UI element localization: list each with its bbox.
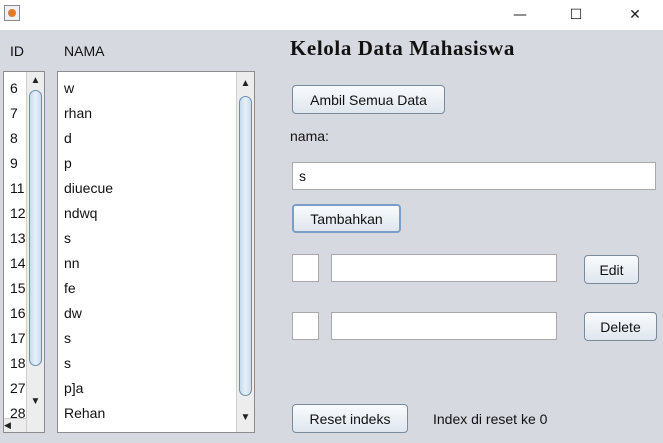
scroll-left-icon[interactable]: ◀ [4,420,11,430]
scroll-thumb[interactable] [239,96,252,396]
nama-list-item[interactable]: s [58,351,254,376]
nama-list-item[interactable]: Rehan [58,401,254,426]
scroll-up-icon[interactable]: ▲ [237,76,254,92]
nama-list-scrollbar[interactable]: ▲ ▼ [236,72,254,432]
minimize-button[interactable]: — [497,0,543,30]
nama-list-item[interactable]: diuecue [58,176,254,201]
id-list[interactable]: 6 7 8 9 11 12 13 14 15 16 17 18 27 28 ▲ ▼ ◀ [3,71,45,433]
scroll-up-icon[interactable]: ▲ [27,73,44,89]
nama-list-item[interactable]: p [58,151,254,176]
reset-status-label: Index di reset ke 0 [433,411,548,427]
fetch-all-data-button[interactable]: Ambil Semua Data [292,85,445,114]
page-title: Kelola Data Mahasiswa [290,36,515,60]
nama-label: nama: [290,128,329,144]
nama-column-header: NAMA [64,43,105,59]
maximize-button[interactable]: ☐ [553,0,599,30]
java-cup-icon [4,5,20,21]
id-list-scrollbar[interactable]: ▲ ▼ [26,72,44,432]
scroll-down-icon[interactable]: ▼ [27,394,44,410]
id-list-hscrollbar[interactable]: ◀ [4,418,26,432]
id-column-header: ID [10,43,24,59]
nama-list-item[interactable]: fe [58,276,254,301]
delete-id-field[interactable] [292,312,319,340]
nama-input[interactable] [292,162,656,190]
close-button[interactable]: ✕ [612,0,658,30]
nama-list-rows: w rhan d p diuecue ndwq s nn fe dw s s p]a Rehan [58,72,254,426]
nama-list-item[interactable]: s [58,326,254,351]
window-titlebar: — ☐ ✕ [0,0,663,30]
nama-list-item[interactable]: dw [58,301,254,326]
delete-nama-field[interactable] [331,312,557,340]
add-button[interactable]: Tambahkan [292,204,401,233]
nama-list[interactable]: w rhan d p diuecue ndwq s nn fe dw s s p]a Rehan ▲ ▼ [57,71,255,433]
nama-list-item[interactable]: w [58,76,254,101]
edit-button[interactable]: Edit [584,255,639,284]
scroll-thumb[interactable] [29,90,42,366]
nama-list-item[interactable]: nn [58,251,254,276]
main-panel: ID NAMA Kelola Data Mahasiswa 6 7 8 9 11 12 13… [0,30,663,443]
nama-list-item[interactable]: p]a [58,376,254,401]
nama-list-item[interactable]: ndwq [58,201,254,226]
nama-list-item[interactable]: rhan [58,101,254,126]
edit-nama-field[interactable] [331,254,557,282]
nama-list-item[interactable]: s [58,226,254,251]
nama-list-item[interactable]: d [58,126,254,151]
delete-button[interactable]: Delete [584,312,657,341]
scroll-down-icon[interactable]: ▼ [237,410,254,426]
reset-index-button[interactable]: Reset indeks [292,404,408,433]
edit-id-field[interactable] [292,254,319,282]
